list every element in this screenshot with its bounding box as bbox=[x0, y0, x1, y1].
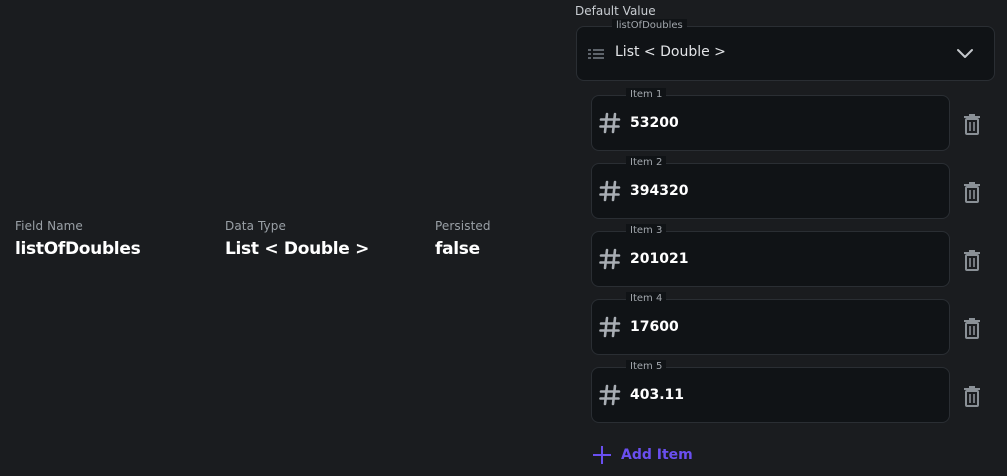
field-editor: Field Name listOfDoubles Data Type List … bbox=[0, 0, 1007, 476]
field-name-value: listOfDoubles bbox=[15, 239, 141, 259]
trash-icon[interactable] bbox=[963, 113, 981, 135]
persisted-label: Persisted bbox=[435, 219, 491, 233]
list-item-field[interactable]: Item 3 201021 bbox=[591, 224, 950, 287]
hash-icon bbox=[599, 248, 621, 270]
plus-icon bbox=[593, 446, 611, 464]
default-value-label: Default Value bbox=[575, 4, 656, 18]
hash-icon bbox=[599, 180, 621, 202]
list-item-label: Item 2 bbox=[626, 156, 667, 170]
trash-icon[interactable] bbox=[963, 385, 981, 407]
hash-icon bbox=[599, 316, 621, 338]
data-type-value: List < Double > bbox=[225, 239, 370, 259]
type-select-dropdown[interactable]: listOfDoubles List < Double > bbox=[576, 19, 995, 81]
list-item-field[interactable]: Item 2 394320 bbox=[591, 156, 950, 219]
list-item-field[interactable]: Item 1 53200 bbox=[591, 88, 950, 151]
list-item-value[interactable]: 403.11 bbox=[630, 387, 684, 403]
list-item-label: Item 1 bbox=[626, 88, 667, 102]
persisted-value: false bbox=[435, 239, 480, 259]
type-select-value: List < Double > bbox=[615, 44, 726, 60]
type-select-label: listOfDoubles bbox=[612, 19, 687, 33]
add-item-label: Add Item bbox=[621, 447, 693, 463]
hash-icon bbox=[599, 384, 621, 406]
list-item-label: Item 4 bbox=[626, 292, 667, 306]
data-type-column: Data Type List < Double > bbox=[225, 219, 369, 259]
list-item-value[interactable]: 201021 bbox=[630, 251, 688, 267]
list-item-field[interactable]: Item 5 403.11 bbox=[591, 360, 950, 423]
trash-icon[interactable] bbox=[963, 249, 981, 271]
list-item-value[interactable]: 394320 bbox=[630, 183, 688, 199]
trash-icon[interactable] bbox=[963, 181, 981, 203]
add-item-button[interactable]: Add Item bbox=[592, 444, 693, 466]
trash-icon[interactable] bbox=[963, 317, 981, 339]
field-name-column: Field Name listOfDoubles bbox=[15, 219, 141, 259]
list-icon bbox=[588, 49, 604, 59]
data-type-label: Data Type bbox=[225, 219, 286, 233]
field-name-label: Field Name bbox=[15, 219, 83, 233]
list-item-label: Item 3 bbox=[626, 224, 667, 238]
persisted-column: Persisted false bbox=[435, 219, 491, 259]
list-item-value[interactable]: 17600 bbox=[630, 319, 679, 335]
list-item-field[interactable]: Item 4 17600 bbox=[591, 292, 950, 355]
list-item-value[interactable]: 53200 bbox=[630, 115, 679, 131]
chevron-down-icon[interactable] bbox=[956, 47, 974, 59]
list-item-label: Item 5 bbox=[626, 360, 667, 374]
hash-icon bbox=[599, 112, 621, 134]
